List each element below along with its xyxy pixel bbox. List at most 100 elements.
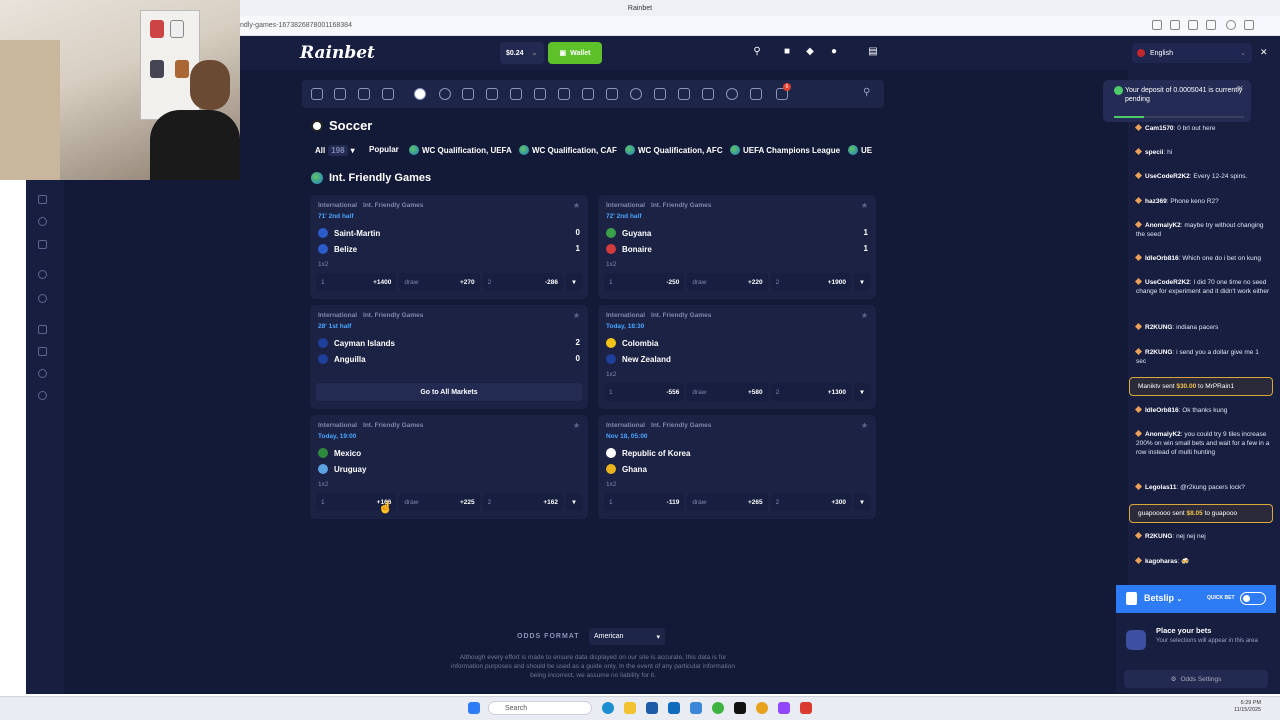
- cricket-icon[interactable]: [534, 88, 546, 100]
- odds-draw-button[interactable]: draw +220: [687, 273, 768, 291]
- quick-bet-toggle[interactable]: [1240, 592, 1266, 605]
- rainbet-logo[interactable]: Rainbet: [300, 43, 375, 63]
- taskbar-clock[interactable]: 6:29 PM 11/15/2025: [1234, 700, 1261, 714]
- favorite-star-icon[interactable]: ★: [861, 421, 868, 430]
- filter-popular[interactable]: Popular: [369, 145, 399, 154]
- more-markets-button[interactable]: ▾: [853, 383, 870, 401]
- odds-home-button[interactable]: 1 +1400: [316, 273, 397, 291]
- chat-username[interactable]: AnomalyK2: [1145, 222, 1181, 229]
- odds-away-button[interactable]: 2 +162: [482, 493, 563, 511]
- more-markets-button[interactable]: ▾: [565, 273, 582, 291]
- live-icon[interactable]: [334, 88, 346, 100]
- racing-flag-icon[interactable]: [702, 88, 714, 100]
- chat-username[interactable]: UseCodeR2K2: [1145, 173, 1190, 180]
- chat-username[interactable]: Cam1570: [1145, 125, 1174, 132]
- hockey-icon[interactable]: [654, 88, 666, 100]
- chrome-icon[interactable]: [756, 702, 768, 714]
- odds-home-button[interactable]: 1 -556: [604, 383, 685, 401]
- sidebar-promotions-icon[interactable]: [38, 325, 47, 334]
- match-card[interactable]: International Int. Friendly Games ★ 28' 1st…: [310, 305, 588, 409]
- favorites-icon[interactable]: [1206, 20, 1216, 30]
- odds-draw-button[interactable]: draw +270: [399, 273, 480, 291]
- darts-icon[interactable]: [750, 88, 762, 100]
- favorite-star-icon[interactable]: ★: [573, 421, 580, 430]
- odds-draw-button[interactable]: draw +265: [687, 493, 768, 511]
- tip-from[interactable]: guapooooo: [1138, 510, 1171, 517]
- profile-icon[interactable]: [1226, 20, 1236, 30]
- tennis-icon[interactable]: [558, 88, 570, 100]
- chat-username[interactable]: haz369: [1145, 198, 1167, 205]
- match-card[interactable]: International Int. Friendly Games ★ Today, …: [598, 305, 876, 409]
- sidebar-language-icon[interactable]: [38, 391, 47, 400]
- user-icon[interactable]: ●: [828, 46, 840, 58]
- bet-history-icon[interactable]: [382, 88, 394, 100]
- volleyball-icon[interactable]: [606, 88, 618, 100]
- search-icon[interactable]: ⚲: [751, 46, 763, 58]
- wallet-button[interactable]: ▣ Wallet: [548, 42, 602, 64]
- url-text[interactable]: ndly-games-1673826878001168384: [240, 22, 352, 29]
- tip-from[interactable]: Maniktv: [1138, 383, 1160, 390]
- chat-username[interactable]: specii: [1145, 149, 1163, 156]
- favorite-star-icon[interactable]: ★: [861, 201, 868, 210]
- chat-username[interactable]: R2KUNG: [1145, 533, 1172, 540]
- american-football-icon[interactable]: [486, 88, 498, 100]
- favorite-star-icon[interactable]: ★: [573, 201, 580, 210]
- odds-away-button[interactable]: 2 +1300: [770, 383, 851, 401]
- sidebar-esports-icon[interactable]: [38, 294, 47, 303]
- favorite-star-icon[interactable]: ★: [573, 311, 580, 320]
- app-icon[interactable]: [800, 702, 812, 714]
- file-explorer-icon[interactable]: [624, 702, 636, 714]
- filter-league-caf[interactable]: WC Qualification, CAF: [519, 145, 617, 155]
- odds-format-select[interactable]: American ▾: [589, 628, 665, 645]
- language-select[interactable]: English ⌄: [1132, 43, 1252, 63]
- match-card[interactable]: International Int. Friendly Games ★ 71' 2nd…: [310, 195, 588, 299]
- filter-league-ucl[interactable]: UEFA Champions League: [730, 145, 840, 155]
- edge-icon[interactable]: [602, 702, 614, 714]
- gift-icon[interactable]: ■: [781, 46, 793, 58]
- filter-league-afc[interactable]: WC Qualification, AFC: [625, 145, 723, 155]
- odds-settings-button[interactable]: ⚙ Odds Settings: [1124, 670, 1268, 688]
- home-icon[interactable]: [311, 88, 323, 100]
- bookmark-icon[interactable]: [1170, 20, 1180, 30]
- star-icon[interactable]: [358, 88, 370, 100]
- app-icon[interactable]: [778, 702, 790, 714]
- golf-icon[interactable]: [582, 88, 594, 100]
- tip-to[interactable]: guapooo: [1212, 510, 1237, 517]
- match-card[interactable]: International Int. Friendly Games ★ Today, …: [310, 415, 588, 519]
- more-markets-button[interactable]: ▾: [565, 493, 582, 511]
- odds-away-button[interactable]: 2 +300: [770, 493, 851, 511]
- sidebar-support-icon[interactable]: [38, 369, 47, 378]
- basketball-icon[interactable]: [439, 88, 451, 100]
- match-card[interactable]: International Int. Friendly Games ★ Nov 18,…: [598, 415, 876, 519]
- odds-draw-button[interactable]: draw +580: [687, 383, 768, 401]
- esports-icon[interactable]: [726, 88, 738, 100]
- mma-icon[interactable]: [462, 88, 474, 100]
- taskbar-search[interactable]: Search: [488, 701, 592, 715]
- match-card[interactable]: International Int. Friendly Games ★ 72' 2nd…: [598, 195, 876, 299]
- chat-username[interactable]: UseCodeR2K2: [1145, 279, 1190, 286]
- store-icon[interactable]: [646, 702, 658, 714]
- windows-start-icon[interactable]: [468, 702, 480, 714]
- extensions-icon[interactable]: [1188, 20, 1198, 30]
- sports-search-icon[interactable]: ⚲: [863, 87, 870, 98]
- chat-username[interactable]: Legolas11: [1145, 484, 1176, 491]
- sidebar-favorites-icon[interactable]: [38, 240, 47, 249]
- cycling-icon[interactable]: [678, 88, 690, 100]
- sidebar-live-icon[interactable]: [38, 217, 47, 226]
- close-toast-icon[interactable]: ✕: [1237, 84, 1244, 93]
- sidebar-casino-icon[interactable]: [38, 195, 47, 204]
- soccer-icon[interactable]: [414, 88, 426, 100]
- filter-league-uefa[interactable]: WC Qualification, UEFA: [409, 145, 512, 155]
- filter-all[interactable]: All 198 ▾: [315, 145, 355, 156]
- chat-username[interactable]: R2KUNG: [1145, 324, 1172, 331]
- more-markets-button[interactable]: ▾: [853, 493, 870, 511]
- odds-home-button[interactable]: 1 -119: [604, 493, 685, 511]
- app-icon[interactable]: [690, 702, 702, 714]
- bell-icon[interactable]: ◆: [804, 46, 816, 58]
- odds-draw-button[interactable]: draw +225: [399, 493, 480, 511]
- odds-away-button[interactable]: 2 -286: [482, 273, 563, 291]
- go-to-all-markets-button[interactable]: Go to All Markets: [316, 383, 582, 401]
- favorite-star-icon[interactable]: ★: [861, 311, 868, 320]
- boxing-icon[interactable]: [510, 88, 522, 100]
- table-tennis-icon[interactable]: [630, 88, 642, 100]
